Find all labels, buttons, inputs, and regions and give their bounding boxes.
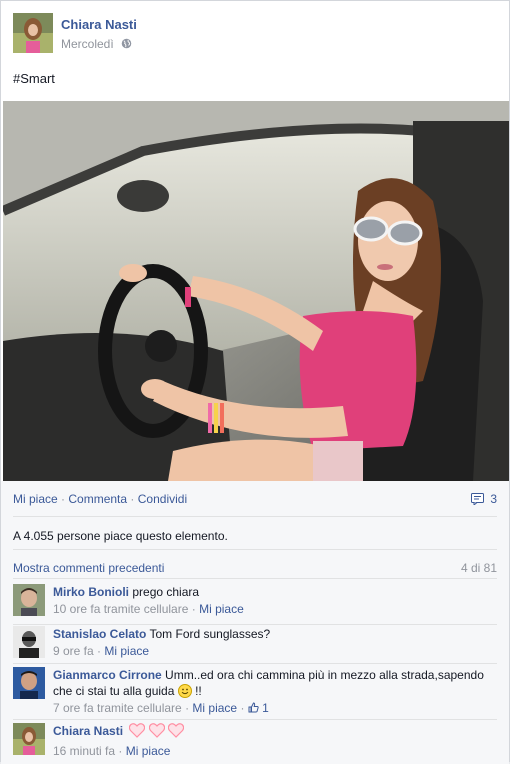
like-link[interactable]: Mi piace (13, 492, 58, 506)
globe-icon (121, 38, 132, 49)
comment-bubble-icon (470, 493, 484, 507)
divider (13, 719, 497, 720)
commenter-avatar[interactable] (13, 626, 45, 658)
like-count-value: 1 (262, 701, 269, 715)
comment-body: Chiara Nasti 16 minuti fa · Mi piace (53, 723, 497, 759)
divider (13, 516, 497, 517)
heart-icon (129, 723, 146, 738)
comment-text-suffix: !! (195, 684, 202, 698)
show-previous-comments-link[interactable]: Mostra commenti precedenti (13, 561, 164, 575)
commenter-avatar[interactable] (13, 584, 45, 616)
comment-time[interactable]: 9 ore fa (53, 644, 94, 658)
heart-icon (148, 723, 165, 738)
divider (13, 624, 497, 625)
comment-like-link[interactable]: Mi piace (192, 701, 237, 715)
comment-time[interactable]: 10 ore fa tramite cellulare (53, 602, 188, 616)
comment-item: Mirko Bonioli prego chiara 10 ore fa tra… (13, 584, 497, 620)
comment-time[interactable]: 7 ore fa tramite cellulare (53, 701, 182, 715)
divider (13, 578, 497, 579)
comment-like-link[interactable]: Mi piace (104, 644, 149, 658)
post-text: #Smart (13, 71, 55, 86)
divider (13, 549, 497, 550)
post-footer: Mi piace · Commenta · Condividi 3 A 4.05… (1, 481, 509, 764)
separator: · (118, 744, 126, 758)
share-link[interactable]: Condividi (138, 492, 187, 506)
comment-item: Chiara Nasti 16 minuti fa · Mi piace (13, 723, 497, 759)
heart-icon (167, 723, 185, 738)
comment-item: Gianmarco Cirrone Umm..ed ora chi cammin… (13, 667, 497, 719)
comment-meta: 16 minuti fa · Mi piace (53, 743, 497, 759)
comment-count[interactable]: 3 (470, 492, 497, 507)
likes-summary[interactable]: A 4.055 persone piace questo elemento. (13, 529, 228, 543)
comment-body: Gianmarco Cirrone Umm..ed ora chi cammin… (53, 667, 497, 716)
post-card: Chiara Nasti Mercoledì #Smart Mi piace ·… (0, 0, 510, 764)
comment-like-count[interactable]: 1 (248, 701, 269, 715)
divider (13, 663, 497, 664)
hearts-emoji (129, 723, 185, 742)
comment-count-value: 3 (490, 492, 497, 506)
post-timestamp: Mercoledì (61, 37, 132, 51)
comment-meta: 10 ore fa tramite cellulare · Mi piace (53, 601, 497, 617)
comment-text: prego chiara (132, 585, 200, 599)
comment-like-link[interactable]: Mi piace (126, 744, 171, 758)
comment-text: Tom Ford sunglasses? (149, 627, 271, 641)
thumbs-up-icon (248, 702, 259, 713)
comment-meta: 9 ore fa · Mi piace (53, 643, 497, 659)
author-name[interactable]: Chiara Nasti (61, 17, 137, 32)
comment-link[interactable]: Commenta (68, 492, 127, 506)
smiley-emoji-icon (177, 684, 192, 698)
comments-pager: 4 di 81 (460, 561, 497, 575)
commenter-name[interactable]: Gianmarco Cirrone (53, 668, 162, 682)
comment-like-link[interactable]: Mi piace (199, 602, 244, 616)
action-bar: Mi piace · Commenta · Condividi (13, 492, 187, 506)
commenter-avatar[interactable] (13, 723, 45, 755)
comment-body: Stanislao Celato Tom Ford sunglasses? 9 … (53, 626, 497, 659)
author-avatar[interactable] (13, 13, 53, 53)
comment-body: Mirko Bonioli prego chiara 10 ore fa tra… (53, 584, 497, 617)
comment-time[interactable]: 16 minuti fa (53, 744, 115, 758)
separator: · (240, 701, 248, 715)
post-day[interactable]: Mercoledì (61, 37, 114, 51)
commenter-name[interactable]: Mirko Bonioli (53, 585, 129, 599)
commenter-name[interactable]: Chiara Nasti (53, 724, 123, 738)
commenter-name[interactable]: Stanislao Celato (53, 627, 146, 641)
separator: · (191, 602, 200, 616)
commenter-avatar[interactable] (13, 667, 45, 699)
comment-item: Stanislao Celato Tom Ford sunglasses? 9 … (13, 626, 497, 662)
comment-meta: 7 ore fa tramite cellulare · Mi piace · … (53, 700, 497, 716)
post-photo[interactable] (3, 101, 509, 481)
separator: · (130, 492, 138, 506)
